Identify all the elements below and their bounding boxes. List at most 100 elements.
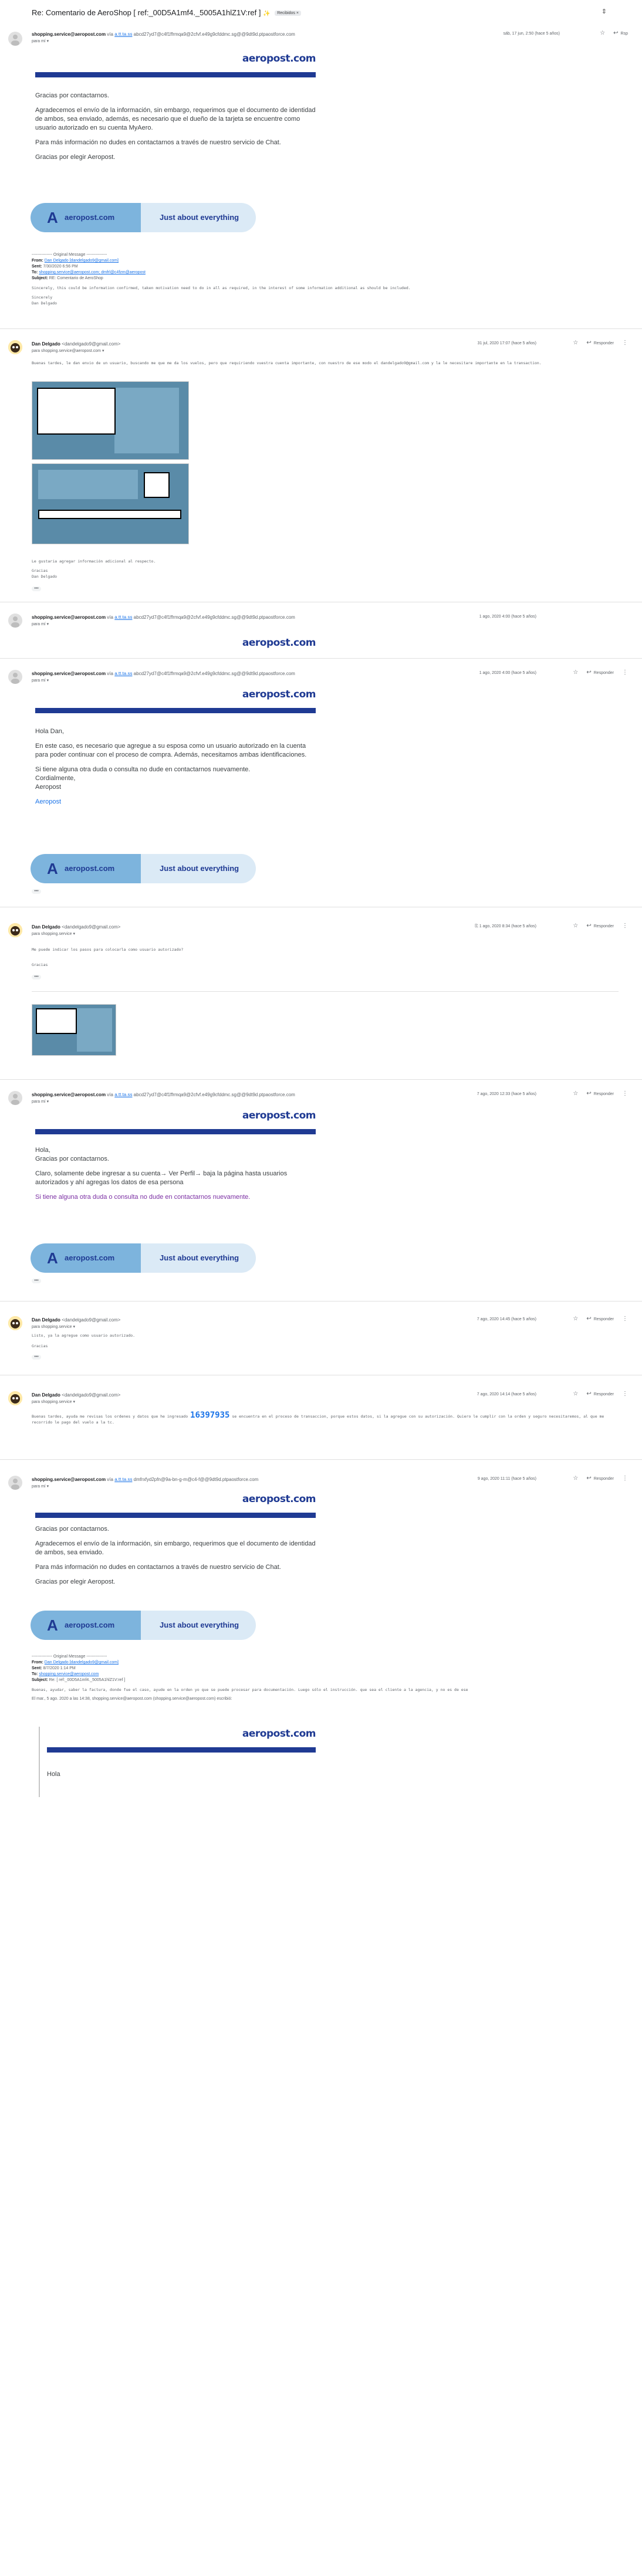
attachment-thumbnail[interactable] [32,381,189,460]
sender-line: shopping.service@aeropost.com vía a.tt.t… [32,615,295,620]
more-options-icon[interactable]: ⋮ [622,340,628,346]
message-body: Gracias por contactarnos. Agradecemos el… [35,1526,316,1585]
via-link[interactable]: a.tt.ta.ss [114,1477,132,1482]
order-number[interactable]: 16397935 [190,1411,229,1420]
star-icon[interactable]: ☆ [573,1090,578,1097]
inbox-label-chip[interactable]: Recibidos × [275,11,301,16]
recipient-line[interactable]: para mí ▾ [32,622,49,626]
avatar[interactable] [8,1091,22,1105]
message-body: Listo, ya la agregue como usuario autori… [32,1333,136,1338]
recipient-line[interactable]: para mí ▾ [32,1099,49,1104]
show-trimmed-button[interactable]: ••• [32,1279,41,1283]
avatar[interactable] [8,340,22,354]
more-options-icon[interactable]: ⋮ [622,1090,628,1097]
reply-icon[interactable]: ↩ [586,1391,591,1397]
person-icon [11,1479,19,1490]
message-divider [0,1079,642,1080]
reply-button[interactable]: Responder [594,1477,614,1481]
star-icon[interactable]: ☆ [573,1391,578,1397]
sender-name[interactable]: shopping.service@aeropost.com [32,1092,106,1097]
expand-all-icon[interactable]: ⇕ [602,8,607,15]
avatar[interactable] [8,1476,22,1490]
recipient-line[interactable]: para mí ▾ [32,39,49,43]
sender-name[interactable]: Dan Delgado [32,341,60,347]
more-options-icon[interactable]: ⋮ [622,923,628,929]
avatar[interactable] [8,614,22,628]
signature-link[interactable]: Aeropost [35,798,317,806]
message-body: Me puede indicar los pasos para colocarl… [32,947,184,952]
reply-button[interactable]: Responder [594,1392,614,1397]
aeropost-header: aeropost.com [35,53,316,77]
reply-icon[interactable]: ↩ [586,1090,591,1097]
via-link[interactable]: a.tt.ta.ss [114,615,132,620]
message-actions: ☆ ↩ Responder ⋮ [565,1316,628,1322]
sender-name[interactable]: Dan Delgado [32,1317,60,1323]
sender-name[interactable]: shopping.service@aeropost.com [32,615,106,620]
reply-icon[interactable]: ↩ [586,923,591,929]
reply-icon[interactable]: ↩ [586,669,591,676]
more-options-icon[interactable]: ⋮ [622,1475,628,1482]
sender-name[interactable]: Dan Delgado [32,924,60,930]
person-icon [11,673,19,684]
reply-icon[interactable]: ↩ [613,30,618,36]
message-actions: ☆ ↩ Rsp [592,30,628,36]
more-label[interactable]: Rsp [621,32,628,36]
message-date: 31 jul, 2020 17:07 (hace 5 años) [477,341,536,345]
reply-icon[interactable]: ↩ [586,1316,591,1322]
more-options-icon[interactable]: ⋮ [622,1391,628,1397]
recipient-line[interactable]: para shopping.service ▾ [32,931,75,936]
aeropost-banner[interactable]: Aaeropost.com Just about everything [31,1611,256,1640]
message-divider [0,658,642,659]
recipient-line[interactable]: para mí ▾ [32,678,49,683]
monkey-avatar-icon [8,923,22,937]
reply-button[interactable]: Responder [594,341,614,345]
avatar[interactable] [8,1316,22,1330]
sender-name[interactable]: shopping.service@aeropost.com [32,1477,106,1482]
star-icon[interactable]: ☆ [573,669,578,676]
sender-name[interactable]: shopping.service@aeropost.com [32,671,106,676]
via-link[interactable]: a.tt.ta.ss [114,32,132,37]
recipient-line[interactable]: para mí ▾ [32,1484,49,1489]
avatar[interactable] [8,1391,22,1405]
star-icon[interactable]: ☆ [600,30,605,36]
thread-header: Re: Comentario de AeroShop [ ref:_00D5A1… [0,0,642,23]
via-link[interactable]: a.tt.ta.ss [114,1092,132,1097]
aeropost-a-icon: A [47,860,58,877]
show-trimmed-button[interactable]: ••• [32,1355,41,1360]
avatar[interactable] [8,32,22,46]
attachment-thumbnail[interactable] [32,1004,116,1056]
show-trimmed-button[interactable]: ••• [32,587,41,591]
reply-button[interactable]: Responder [594,1092,614,1096]
message-date: 7 ago, 2020 14:14 (hace 5 años) [477,1392,536,1397]
message-3[interactable]: shopping.service@aeropost.com vía a.tt.t… [0,610,642,650]
show-trimmed-button[interactable]: ••• [32,889,41,894]
reply-button[interactable]: Responder [594,1317,614,1321]
avatar[interactable] [8,670,22,684]
star-icon[interactable]: ☆ [573,1475,578,1482]
star-icon[interactable]: ☆ [573,340,578,346]
aeropost-banner[interactable]: Aaeropost.com Just about everything [31,1243,256,1273]
reply-button[interactable]: Responder [594,924,614,928]
message-date: sáb, 17 jun, 2:50 (hace 5 años) [503,32,560,36]
reply-icon[interactable]: ↩ [586,1475,591,1482]
star-icon[interactable]: ☆ [573,923,578,929]
message-actions: ☆ ↩ Responder ⋮ [565,923,628,929]
signature: Gracias [32,1344,48,1348]
sender-name[interactable]: Dan Delgado [32,1392,60,1398]
more-options-icon[interactable]: ⋮ [622,1316,628,1322]
sparkle-icon[interactable]: ✨ [263,11,270,17]
via-link[interactable]: a.tt.ta.ss [114,671,132,676]
reply-button[interactable]: Responder [594,671,614,675]
reply-icon[interactable]: ↩ [586,340,591,346]
recipient-line[interactable]: para shopping.service ▾ [32,1399,75,1404]
avatar[interactable] [8,923,22,937]
aeropost-banner[interactable]: Aaeropost.com Just about everything [31,203,256,232]
star-icon[interactable]: ☆ [573,1316,578,1322]
aeropost-banner[interactable]: Aaeropost.com Just about everything [31,854,256,883]
recipient-line[interactable]: para shopping.service@aeropost.com ▾ [32,348,104,353]
recipient-line[interactable]: para shopping.service ▾ [32,1324,75,1329]
attachment-thumbnail[interactable] [32,463,189,544]
show-trimmed-button[interactable]: ••• [32,975,41,979]
more-options-icon[interactable]: ⋮ [622,669,628,676]
sender-name[interactable]: shopping.service@aeropost.com [32,32,106,37]
